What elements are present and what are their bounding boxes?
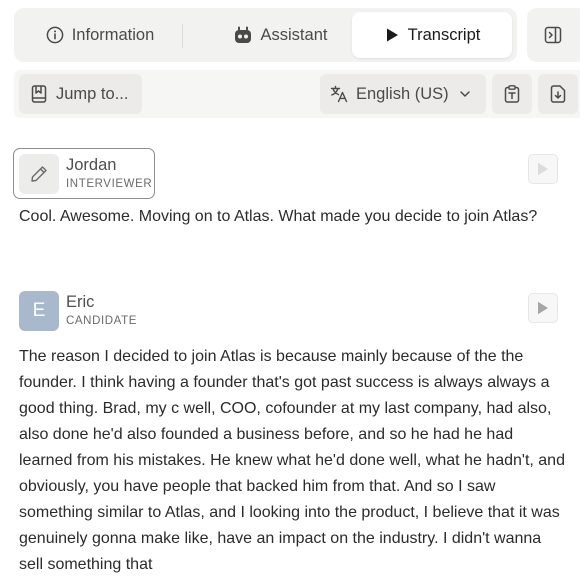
- play-icon: [386, 28, 398, 42]
- language-select[interactable]: English (US): [320, 74, 486, 114]
- play-icon: [538, 301, 548, 315]
- speaker-role: INTERVIEWER: [66, 178, 153, 190]
- speaker-info: Eric CANDIDATE: [66, 293, 137, 328]
- tab-assistant[interactable]: Assistant: [198, 12, 362, 58]
- panel-collapse-icon: [544, 26, 562, 44]
- tab-bar: Information Assistant Transcript: [14, 8, 517, 62]
- chevron-down-icon: [459, 91, 470, 97]
- copy-transcript-button[interactable]: [492, 74, 532, 114]
- download-transcript-button[interactable]: [538, 74, 578, 114]
- speaker-name: Eric: [66, 293, 95, 311]
- utterance-text: The reason I decided to join Atlas is be…: [19, 348, 565, 573]
- tab-assistant-label: Assistant: [260, 25, 328, 44]
- transcript-toolbar: Jump to... English (US): [14, 70, 580, 118]
- speaker-info: Jordan INTERVIEWER: [66, 156, 152, 191]
- jump-to-label: Jump to...: [56, 84, 129, 103]
- language-label: English (US): [356, 84, 449, 103]
- download-icon: [550, 85, 566, 103]
- avatar: E: [19, 290, 59, 331]
- clipboard-icon: [504, 85, 520, 103]
- play-utterance-button[interactable]: [528, 293, 558, 323]
- utterance-text: Cool. Awesome. Moving on to Atlas. What …: [19, 208, 538, 225]
- tab-divider: [182, 24, 183, 48]
- bookmark-icon: [31, 85, 47, 103]
- speaker-jordan[interactable]: Jordan INTERVIEWER: [13, 148, 155, 199]
- robot-icon: [234, 26, 251, 43]
- play-utterance-button[interactable]: [528, 154, 558, 184]
- translate-icon: [330, 85, 348, 103]
- edit-speaker-avatar[interactable]: [19, 153, 59, 194]
- speaker-role: CANDIDATE: [66, 315, 137, 327]
- info-circle-icon: [46, 26, 64, 44]
- speaker-name: Jordan: [66, 156, 117, 174]
- play-icon: [538, 162, 548, 176]
- speaker-eric[interactable]: E Eric CANDIDATE: [19, 288, 137, 333]
- tab-transcript-label: Transcript: [407, 25, 481, 44]
- tab-information[interactable]: Information: [18, 12, 182, 58]
- jump-to-button[interactable]: Jump to...: [19, 74, 142, 114]
- tab-information-label: Information: [71, 25, 155, 44]
- collapse-panel-button[interactable]: [527, 8, 580, 62]
- tab-transcript[interactable]: Transcript: [352, 12, 512, 58]
- pencil-icon: [31, 165, 47, 182]
